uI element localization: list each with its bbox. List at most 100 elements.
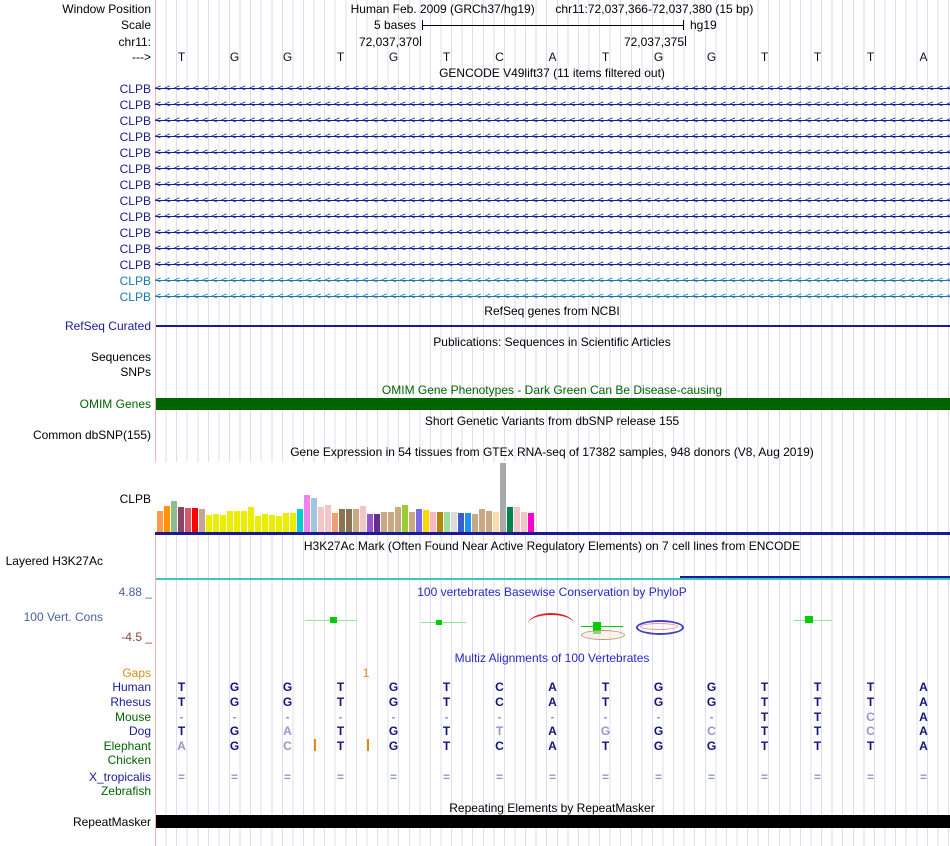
refseq-curated-item[interactable] [155,325,950,327]
gtex-tissue-bar[interactable] [507,507,513,532]
gtex-tissue-bar[interactable] [248,507,254,532]
alignment-base[interactable]: = [473,770,526,784]
gtex-tissue-bar[interactable] [479,509,485,532]
alignment-base[interactable]: = [367,770,420,784]
gtex-tissue-bar[interactable] [220,515,226,532]
alignment-base[interactable]: G [208,680,261,694]
species-label[interactable]: Zebrafish [0,784,151,798]
alignment-base[interactable]: C [473,680,526,694]
strand-arrow-label[interactable]: ---> [0,50,151,64]
gtex-tissue-bar[interactable] [241,511,247,532]
gtex-tissue-bar[interactable] [353,509,359,532]
alignment-base[interactable]: = [844,770,897,784]
gtex-tissue-bar[interactable] [199,509,205,532]
h3k27ac-track-title[interactable]: H3K27Ac Mark (Often Found Near Active Re… [156,539,948,553]
species-label[interactable]: Chicken [0,753,151,767]
gtex-tissue-bar[interactable] [528,513,534,532]
repeatmasker-label[interactable]: RepeatMasker [0,815,151,829]
alignment-base[interactable]: - [420,710,473,724]
species-label[interactable]: Mouse [0,710,151,724]
gtex-tissue-bar[interactable] [262,514,268,532]
gene-transcript-row[interactable]: <<<<<<<<<<<<<<<<<<<<<<<<<<<<<<<<<<<<<<<<… [155,226,950,239]
alignment-base[interactable]: - [632,710,685,724]
repeatmasker-bar[interactable] [155,815,950,828]
gtex-tissue-bar[interactable] [367,514,373,532]
alignment-base[interactable]: C [473,739,526,753]
alignment-base[interactable]: = [791,770,844,784]
alignment-base[interactable]: A [526,739,579,753]
repeatmasker-track-title[interactable]: Repeating Elements by RepeatMasker [156,801,948,815]
gtex-tissue-bar[interactable] [451,512,457,532]
alignment-base[interactable]: G [208,724,261,738]
gene-transcript-row[interactable]: <<<<<<<<<<<<<<<<<<<<<<<<<<<<<<<<<<<<<<<<… [155,242,950,255]
alignment-base[interactable]: - [155,710,208,724]
gene-label[interactable]: CLPB [0,98,151,112]
alignment-base[interactable]: G [367,695,420,709]
publications-track-title[interactable]: Publications: Sequences in Scientific Ar… [156,335,948,349]
alignment-base[interactable]: = [155,770,208,784]
alignment-base[interactable]: C [844,724,897,738]
gene-label[interactable]: CLPB [0,178,151,192]
alignment-base[interactable]: = [208,770,261,784]
alignment-base[interactable]: A [526,724,579,738]
gtex-tissue-bar[interactable] [255,516,261,532]
gene-label[interactable]: CLPB [0,194,151,208]
omim-genes-label[interactable]: OMIM Genes [0,397,151,411]
cons-line[interactable] [581,626,623,627]
h3k27ac-signal-teal[interactable] [155,578,950,580]
alignment-base[interactable]: T [155,680,208,694]
gene-transcript-row[interactable]: <<<<<<<<<<<<<<<<<<<<<<<<<<<<<<<<<<<<<<<<… [155,114,950,127]
gene-label[interactable]: CLPB [0,258,151,272]
omim-gene-bar[interactable] [155,398,950,410]
alignment-base[interactable]: T [579,680,632,694]
gtex-track-title[interactable]: Gene Expression in 54 tissues from GTEx … [156,445,948,459]
alignment-base[interactable]: G [632,695,685,709]
alignment-base[interactable]: T [844,739,897,753]
gtex-tissue-bar[interactable] [472,514,478,532]
alignment-base[interactable]: G [367,739,420,753]
gtex-gene-label[interactable]: CLPB [0,492,151,506]
alignment-base[interactable]: - [367,710,420,724]
alignment-base[interactable]: T [314,724,367,738]
gene-label[interactable]: CLPB [0,130,151,144]
alignment-base[interactable]: T [420,724,473,738]
gene-transcript-row[interactable]: <<<<<<<<<<<<<<<<<<<<<<<<<<<<<<<<<<<<<<<<… [155,258,950,271]
alignment-base[interactable]: G [632,724,685,738]
gtex-tissue-bar[interactable] [514,507,520,532]
gene-transcript-row[interactable]: <<<<<<<<<<<<<<<<<<<<<<<<<<<<<<<<<<<<<<<<… [155,162,950,175]
species-label[interactable]: X_tropicalis [0,770,151,784]
alignment-base[interactable]: A [897,724,950,738]
gene-label[interactable]: CLPB [0,210,151,224]
alignment-base[interactable]: G [685,739,738,753]
alignment-base[interactable]: T [738,739,791,753]
alignment-base[interactable]: - [526,710,579,724]
gene-transcript-row[interactable]: <<<<<<<<<<<<<<<<<<<<<<<<<<<<<<<<<<<<<<<<… [155,290,950,303]
gtex-expression-chart[interactable] [155,462,537,532]
sequences-label[interactable]: Sequences [0,350,151,364]
alignment-base[interactable]: T [791,739,844,753]
alignment-base[interactable]: = [261,770,314,784]
gtex-tissue-bar[interactable] [269,515,275,532]
h3k27ac-signal-navy[interactable] [680,576,950,578]
gene-transcript-row[interactable]: <<<<<<<<<<<<<<<<<<<<<<<<<<<<<<<<<<<<<<<<… [155,82,950,95]
gtex-tissue-bar[interactable] [304,495,310,532]
species-label[interactable]: Dog [0,724,151,738]
cons-peak[interactable] [330,617,337,623]
alignment-base[interactable]: G [208,695,261,709]
gtex-tissue-bar[interactable] [444,512,450,532]
alignment-base[interactable]: - [473,710,526,724]
gene-label[interactable]: CLPB [0,146,151,160]
alignment-base[interactable]: T [791,710,844,724]
alignment-base[interactable]: T [844,695,897,709]
alignment-base[interactable]: - [685,710,738,724]
gene-label[interactable]: CLPB [0,162,151,176]
alignment-base[interactable]: = [897,770,950,784]
gtex-tissue-bar[interactable] [402,505,408,532]
alignment-base[interactable]: T [579,739,632,753]
gtex-tissue-bar[interactable] [185,508,191,532]
alignment-base[interactable]: A [897,695,950,709]
alignment-base[interactable]: - [314,710,367,724]
gtex-tissue-bar[interactable] [213,514,219,532]
gtex-tissue-bar[interactable] [157,511,163,532]
gtex-tissue-bar[interactable] [164,506,170,532]
